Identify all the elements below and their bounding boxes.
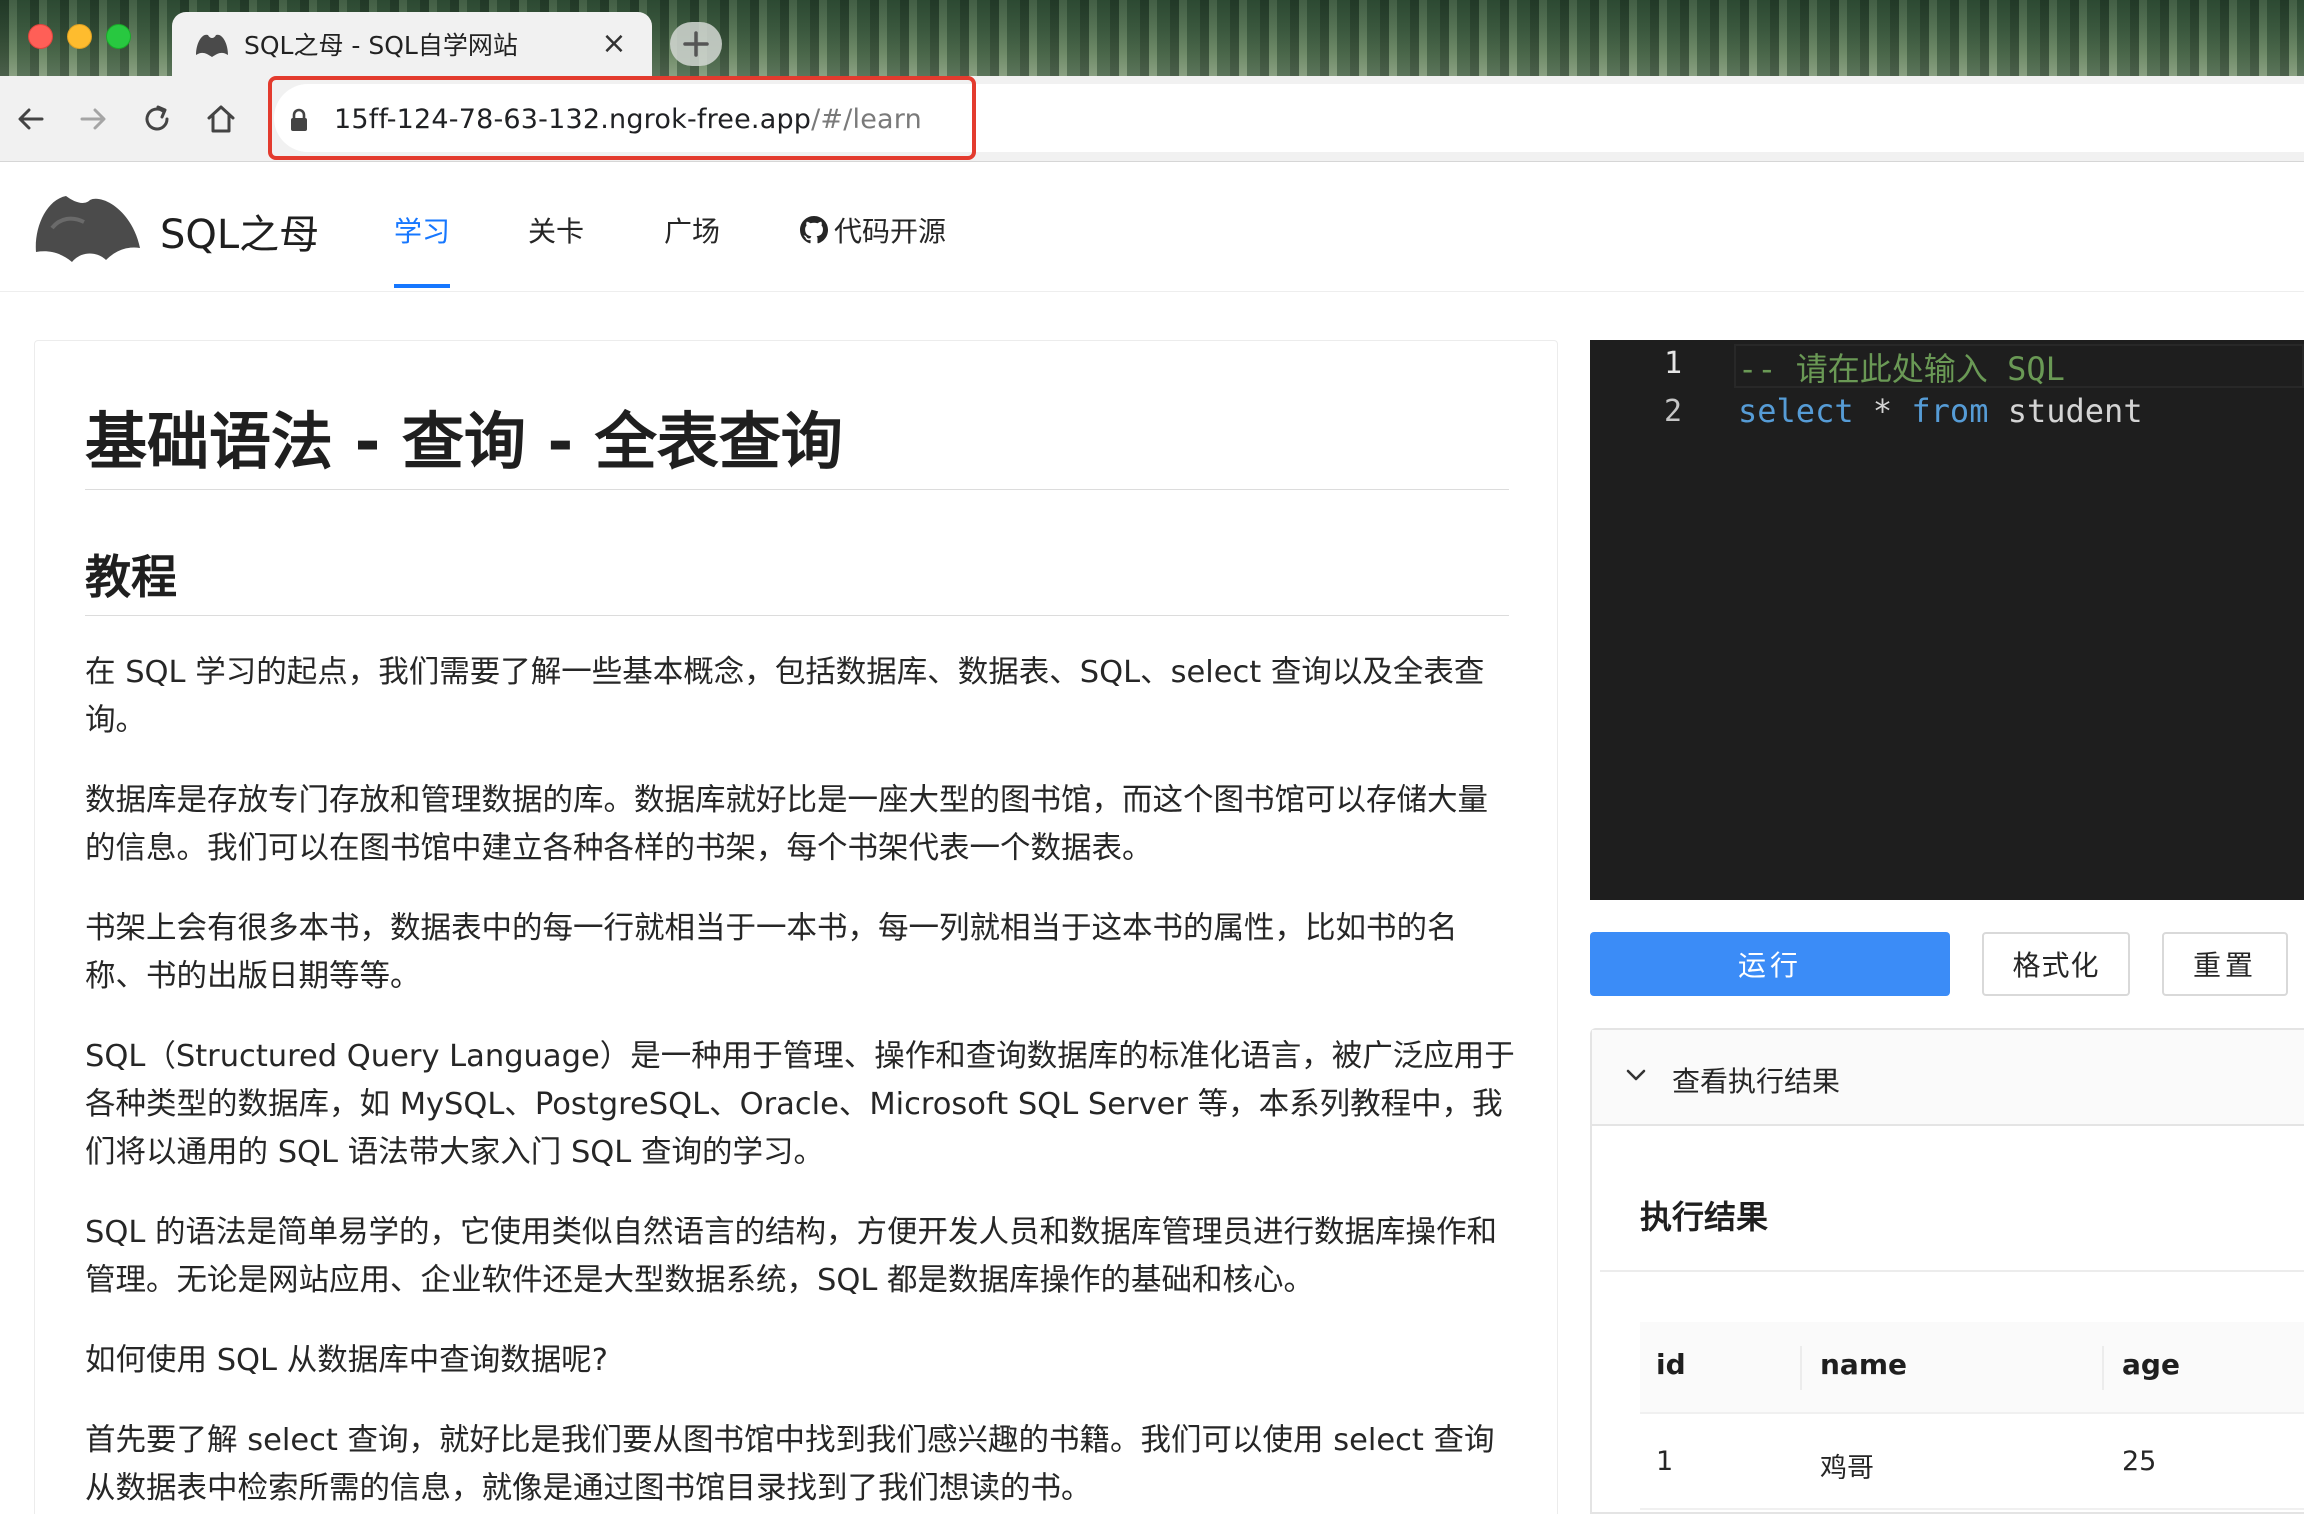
tab-close-icon[interactable]: ×	[598, 29, 630, 59]
collapse-header[interactable]: 查看执行结果	[1592, 1030, 2304, 1126]
chevron-down-icon	[1626, 1069, 1646, 1081]
window-zoom-button[interactable]	[106, 24, 131, 49]
table-header: id name age	[1640, 1322, 2304, 1414]
code-identifier: student	[2007, 392, 2143, 430]
window-minimize-button[interactable]	[67, 24, 92, 49]
tutorial-article: 基础语法 - 查询 - 全表查询 教程 在 SQL 学习的起点，我们需要了解一些…	[34, 340, 1558, 1514]
column-header-age[interactable]: age	[2122, 1348, 2180, 1381]
paragraph: 如何使用 SQL 从数据库中查询数据呢?	[85, 1343, 608, 1378]
arrow-left-icon	[18, 108, 44, 130]
nav-learn[interactable]: 学习	[394, 210, 450, 250]
paragraph: 在 SQL 学习的起点，我们需要了解一些基本概念，包括数据库、数据表、SQL、s…	[85, 655, 1485, 738]
reset-button[interactable]: 重置	[2162, 932, 2288, 996]
paragraph: 数据库是存放专门存放和管理数据的库。数据库就好比是一座大型的图书馆，而这个图书馆…	[85, 783, 1488, 866]
site-favicon-icon	[196, 34, 228, 57]
result-title: 执行结果	[1640, 1198, 1769, 1236]
format-button[interactable]: 格式化	[1982, 932, 2130, 996]
divider	[85, 615, 1509, 616]
code-comment: -- 请在此处输入 SQL	[1738, 350, 2065, 388]
divider	[1600, 1270, 2304, 1272]
code-line-1[interactable]: -- 请在此处输入 SQL	[1738, 344, 2065, 390]
line-number: 2	[1663, 394, 1682, 429]
table-cell: 25	[2122, 1446, 2157, 1477]
article-title: 基础语法 - 查询 - 全表查询	[85, 405, 843, 478]
paragraph: SQL 的语法是简单易学的，它使用类似自然语言的结构，方便开发人员和数据库管理员…	[85, 1215, 1498, 1298]
code-operator: *	[1872, 392, 1893, 430]
column-separator	[1800, 1346, 1802, 1390]
nav-source-code-label: 代码开源	[834, 215, 947, 248]
section-title: 教程	[85, 550, 177, 604]
nav-source-code[interactable]: 代码开源	[800, 210, 946, 250]
reload-icon	[145, 105, 169, 131]
window-close-button[interactable]	[28, 24, 53, 49]
app-header: SQL之母 学习 关卡 广场 代码开源	[0, 162, 2304, 292]
url-highlight-box	[268, 76, 976, 160]
plus-icon	[683, 31, 709, 57]
forward-button[interactable]	[72, 98, 114, 140]
reload-button[interactable]	[136, 98, 178, 140]
paragraph: 首先要了解 select 查询，就好比是我们要从图书馆中找到我们感兴趣的书籍。我…	[85, 1423, 1495, 1506]
nav-square[interactable]: 广场	[664, 210, 720, 250]
logo-text[interactable]: SQL之母	[160, 202, 319, 260]
browser-tab[interactable]: SQL之母 - SQL自学网站 ×	[172, 12, 652, 76]
table-cell: 1	[1656, 1446, 1674, 1477]
table-cell: 鸡哥	[1820, 1453, 1874, 1484]
line-number: 1	[1663, 346, 1682, 381]
home-button[interactable]	[200, 98, 242, 140]
paragraph: SQL（Structured Query Language）是一种用于管理、操作…	[85, 1039, 1515, 1170]
code-line-2[interactable]: select * from student	[1738, 392, 2143, 430]
column-header-name[interactable]: name	[1820, 1348, 1907, 1381]
collapse-title: 查看执行结果	[1672, 1065, 1841, 1098]
arrow-right-icon	[80, 108, 106, 130]
nav-active-indicator	[394, 284, 450, 288]
sql-mom-logo[interactable]	[32, 188, 144, 268]
browser-tab-bar: SQL之母 - SQL自学网站 ×	[0, 0, 2304, 76]
nav-levels[interactable]: 关卡	[528, 210, 584, 250]
github-icon	[800, 216, 828, 244]
back-button[interactable]	[10, 98, 52, 140]
column-header-id[interactable]: id	[1656, 1348, 1686, 1381]
tab-title: SQL之母 - SQL自学网站	[244, 31, 518, 60]
result-collapse-panel: 查看执行结果 执行结果 id name age 1 鸡哥 25	[1590, 1028, 2304, 1514]
column-separator	[2102, 1346, 2104, 1390]
code-keyword: select	[1738, 392, 1854, 430]
code-keyword: from	[1911, 392, 1989, 430]
divider	[85, 489, 1509, 490]
new-tab-button[interactable]	[670, 22, 722, 66]
home-icon	[207, 105, 235, 133]
sql-editor[interactable]: 1 2 -- 请在此处输入 SQL select * from student	[1590, 340, 2304, 900]
paragraph: 书架上会有很多本书，数据表中的每一行就相当于一本书，每一列就相当于这本书的属性，…	[85, 911, 1458, 994]
table-row: 1 鸡哥 25	[1640, 1416, 2304, 1510]
run-button[interactable]: 运行	[1590, 932, 1950, 996]
